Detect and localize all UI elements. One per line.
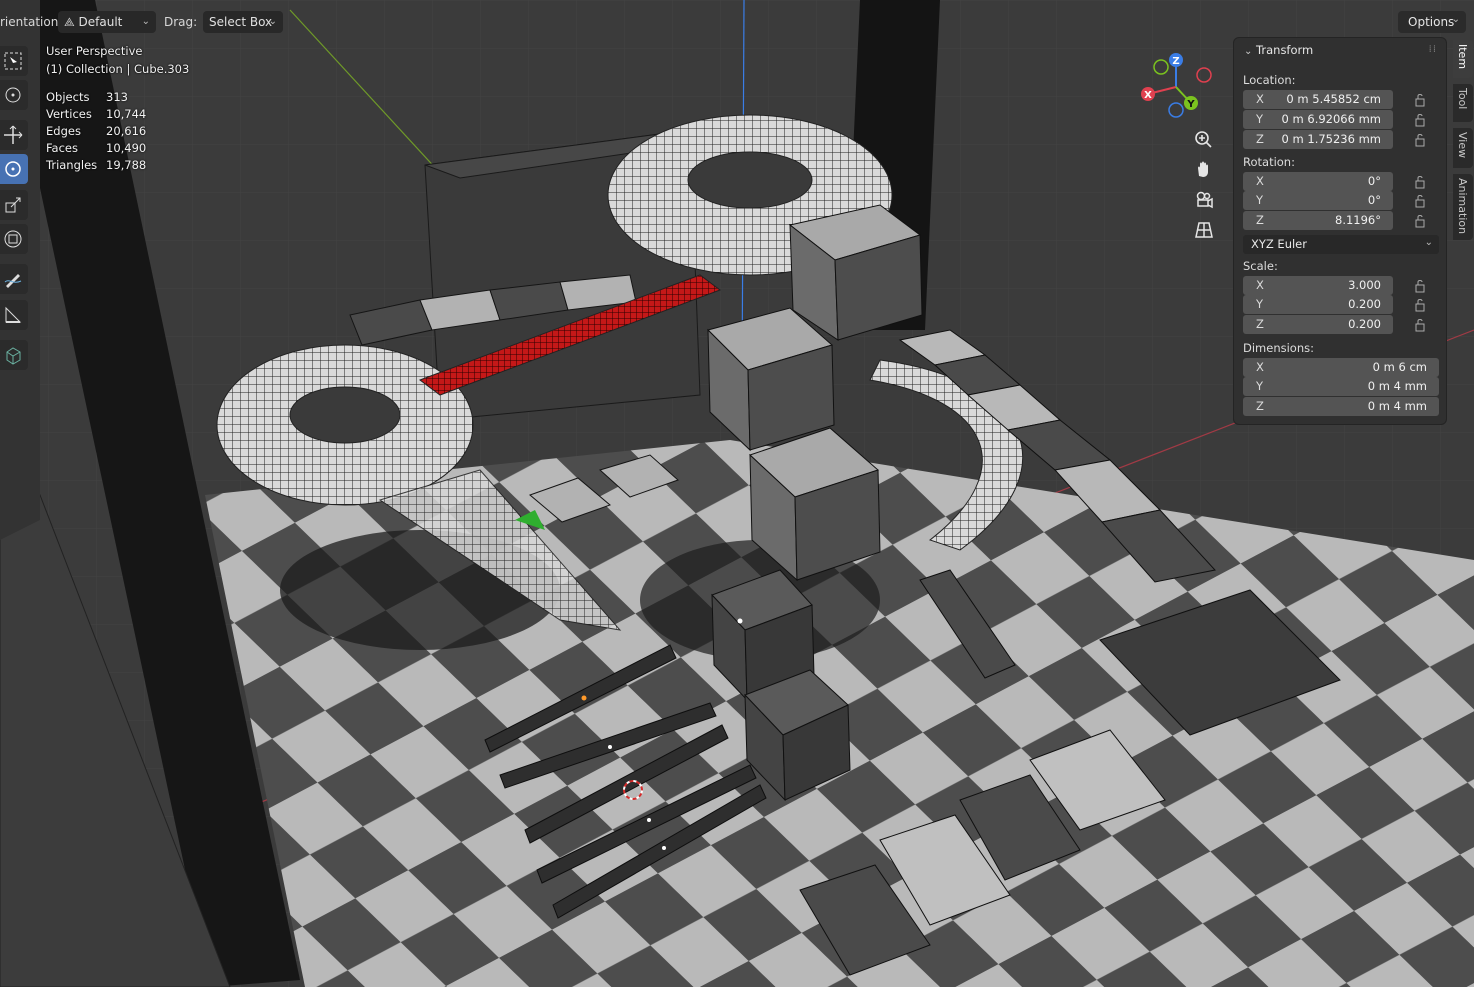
active-collection: (1) Collection | Cube.303 bbox=[46, 62, 190, 76]
rotation-x-field[interactable]: X 0° bbox=[1243, 172, 1393, 191]
scale-y-field[interactable]: Y 0.200 bbox=[1243, 295, 1393, 314]
lock-icon[interactable] bbox=[1414, 318, 1426, 332]
x-axis-handle[interactable]: X bbox=[1141, 87, 1155, 101]
annotate-tool[interactable] bbox=[0, 264, 28, 294]
tab-item[interactable]: Item bbox=[1453, 40, 1473, 78]
chevron-down-icon: ⌄ bbox=[268, 16, 277, 27]
panel-title: Transform bbox=[1256, 43, 1314, 57]
location-y-field[interactable]: Y0 m 6.92066 mm bbox=[1243, 110, 1393, 129]
options-label: Options bbox=[1408, 15, 1455, 29]
rotate-icon bbox=[5, 161, 21, 177]
transform-panel: ⌄ Transform ⁞⁞ Location: X0 m 5.45852 cm… bbox=[1234, 38, 1446, 424]
transform-icon bbox=[4, 230, 22, 248]
axis-gizmo[interactable]: Z X Y bbox=[1136, 50, 1216, 120]
stat-row: Triangles 19,788 bbox=[46, 158, 147, 172]
drag-dropdown[interactable]: Select Box ⌄ bbox=[203, 11, 283, 33]
measure-tool[interactable] bbox=[0, 300, 28, 330]
scale-label: Scale: bbox=[1243, 259, 1278, 273]
rotation-y-field[interactable]: Y 0° bbox=[1243, 191, 1393, 210]
rotate-tool[interactable] bbox=[0, 154, 28, 184]
stat-row: Faces 10,490 bbox=[46, 141, 147, 155]
tab-view[interactable]: View bbox=[1453, 128, 1473, 168]
chevron-down-icon: ⌄ bbox=[1424, 237, 1433, 248]
drag-handle-icon[interactable]: ⁞⁞ bbox=[1429, 44, 1437, 55]
move-icon bbox=[4, 125, 23, 144]
stat-row: Edges 20,616 bbox=[46, 124, 147, 138]
chevron-down-icon: ⌄ bbox=[1451, 14, 1460, 25]
drag-label: Drag: bbox=[164, 15, 198, 29]
target-icon bbox=[5, 87, 21, 103]
viewport-header: rientation: ⟁ Default ⌄ Drag: Select Box… bbox=[0, 10, 1474, 34]
stat-row: Objects 313 bbox=[46, 90, 128, 104]
lock-icon[interactable] bbox=[1414, 113, 1426, 127]
scale-z-field[interactable]: Z 0.200 bbox=[1243, 315, 1393, 334]
lock-icon[interactable] bbox=[1414, 175, 1426, 189]
options-button[interactable]: Options ⌄ bbox=[1398, 11, 1466, 33]
rotation-z-field[interactable]: Z 8.1196° bbox=[1243, 211, 1393, 230]
dimensions-y-field[interactable]: Y0 m 4 mm bbox=[1243, 377, 1439, 396]
rotation-mode-dropdown[interactable]: XYZ Euler ⌄ bbox=[1243, 235, 1439, 254]
orientation-dropdown[interactable]: ⟁ Default ⌄ bbox=[58, 11, 156, 33]
scale-icon bbox=[5, 197, 21, 213]
scale-tool[interactable] bbox=[0, 190, 28, 220]
orientation-value: Default bbox=[78, 15, 123, 29]
chevron-down-icon: ⌄ bbox=[1244, 46, 1253, 57]
svg-text:Y: Y bbox=[1186, 99, 1195, 110]
tab-animation[interactable]: Animation bbox=[1453, 174, 1473, 240]
lock-icon[interactable] bbox=[1414, 298, 1426, 312]
add-cube-tool[interactable] bbox=[0, 340, 28, 370]
y-axis-handle[interactable]: Y bbox=[1184, 96, 1198, 110]
perspective-toggle-button[interactable] bbox=[1190, 216, 1218, 244]
dimensions-x-field[interactable]: X0 m 6 cm bbox=[1243, 358, 1439, 377]
camera-icon bbox=[1196, 191, 1213, 209]
location-label: Location: bbox=[1243, 73, 1296, 87]
location-z-field[interactable]: Z0 m 1.75236 mm bbox=[1243, 130, 1393, 149]
select-box-tool[interactable] bbox=[0, 46, 28, 76]
svg-text:Z: Z bbox=[1172, 56, 1179, 67]
neg-y-handle[interactable] bbox=[1153, 59, 1169, 75]
scale-x-field[interactable]: X 3.000 bbox=[1243, 276, 1393, 295]
view-name: User Perspective bbox=[46, 44, 143, 58]
zoom-icon bbox=[1195, 131, 1212, 148]
z-axis-handle[interactable]: Z bbox=[1169, 53, 1183, 67]
orientation-icon: ⟁ bbox=[64, 15, 79, 29]
hand-icon bbox=[1198, 161, 1208, 177]
zoom-button[interactable] bbox=[1190, 126, 1218, 154]
rotation-label: Rotation: bbox=[1243, 155, 1295, 169]
pencil-icon bbox=[4, 274, 22, 288]
camera-view-button[interactable] bbox=[1190, 186, 1218, 214]
lock-icon[interactable] bbox=[1414, 214, 1426, 228]
drag-value: Select Box bbox=[209, 15, 273, 29]
grid-icon bbox=[1195, 222, 1213, 238]
dimensions-z-field[interactable]: Z0 m 4 mm bbox=[1243, 397, 1439, 416]
lock-icon[interactable] bbox=[1414, 133, 1426, 147]
lock-icon[interactable] bbox=[1414, 279, 1426, 293]
lock-icon[interactable] bbox=[1414, 194, 1426, 208]
cursor-icon bbox=[4, 52, 22, 70]
panel-header[interactable]: ⌄ Transform bbox=[1244, 43, 1313, 57]
lock-icon[interactable] bbox=[1414, 93, 1426, 107]
cube-icon bbox=[6, 347, 21, 365]
orientation-label: rientation: bbox=[0, 15, 63, 29]
neg-x-handle[interactable] bbox=[1196, 67, 1212, 83]
pan-button[interactable] bbox=[1190, 156, 1218, 184]
svg-text:X: X bbox=[1144, 90, 1152, 101]
move-tool[interactable] bbox=[0, 120, 28, 150]
transform-tool[interactable] bbox=[0, 224, 28, 254]
stat-row: Vertices 10,744 bbox=[46, 107, 147, 121]
cursor-tool[interactable] bbox=[0, 80, 28, 110]
chevron-down-icon: ⌄ bbox=[141, 16, 150, 27]
tab-tool[interactable]: Tool bbox=[1453, 84, 1473, 122]
scene-statistics: Objects 313 Vertices 10,744 Edges 20,616 Fa… bbox=[46, 90, 146, 175]
dimensions-label: Dimensions: bbox=[1243, 341, 1314, 355]
location-x-field[interactable]: X0 m 5.45852 cm bbox=[1243, 90, 1393, 109]
ruler-icon bbox=[5, 306, 22, 323]
neg-z-handle[interactable] bbox=[1168, 102, 1184, 118]
